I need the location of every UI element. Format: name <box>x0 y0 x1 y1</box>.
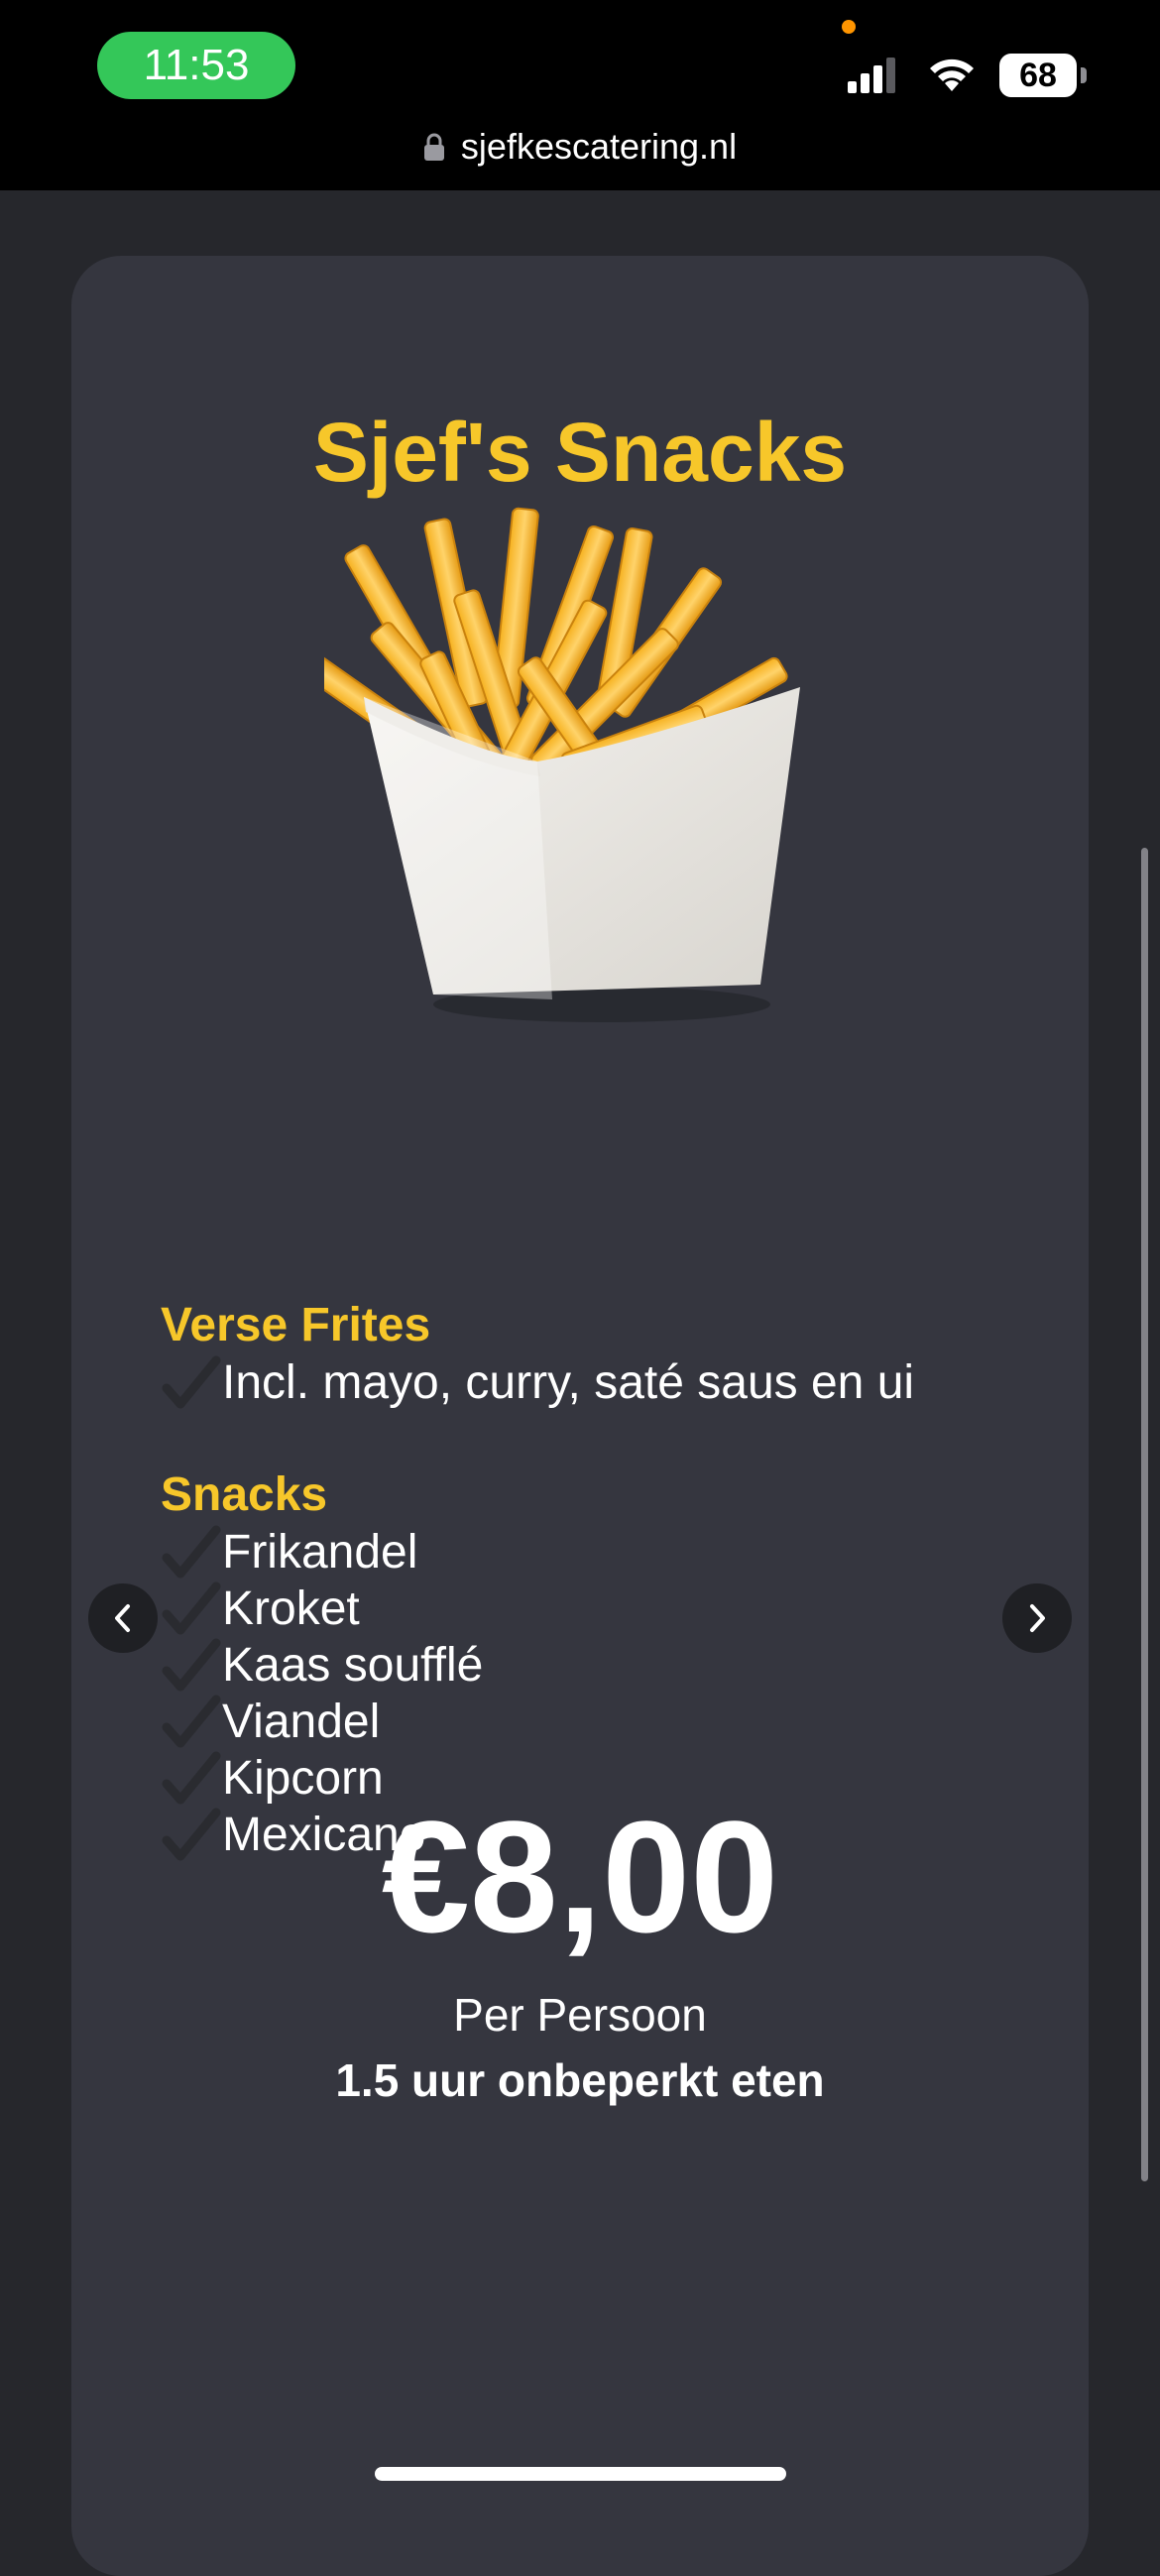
status-time: 11:53 <box>97 32 295 99</box>
carousel-next-button[interactable] <box>1002 1583 1072 1653</box>
menu-card: Sjef's Snacks Verse Frites Incl. mayo, c… <box>71 256 1089 2576</box>
price-caption: Per Persoon <box>453 1989 707 2041</box>
chevron-left-icon <box>115 1604 130 1632</box>
section-title: Snacks <box>161 1468 328 1521</box>
card-title: Sjef's Snacks <box>312 406 848 499</box>
lock-icon <box>423 133 444 161</box>
check-icon <box>162 1355 221 1409</box>
item-text: Kroket <box>222 1582 360 1635</box>
check-icon <box>162 1695 221 1748</box>
chevron-right-icon <box>1030 1604 1045 1632</box>
battery-nub <box>1081 67 1087 83</box>
carousel-prev-button[interactable] <box>88 1583 158 1653</box>
price-note: 1.5 uur onbeperkt eten <box>335 2054 825 2106</box>
list-item: Incl. mayo, curry, saté saus en ui <box>161 1354 914 1411</box>
list-item: Frikandel <box>161 1524 483 1581</box>
check-icon <box>162 1638 221 1692</box>
status-bar: 11:53 68 sjefkescatering.nl <box>0 0 1160 190</box>
wifi-icon <box>930 59 974 91</box>
address-bar[interactable]: sjefkescatering.nl <box>0 119 1160 175</box>
item-text: Incl. mayo, curry, saté saus en ui <box>222 1356 915 1409</box>
page-content: Sjef's Snacks Verse Frites Incl. mayo, c… <box>0 190 1160 2576</box>
list-item: Viandel <box>161 1694 483 1750</box>
home-indicator[interactable] <box>375 2467 786 2481</box>
url-text: sjefkescatering.nl <box>460 126 738 167</box>
item-text: Frikandel <box>222 1526 418 1579</box>
item-text: Kaas soufflé <box>222 1639 484 1692</box>
fries-image <box>324 507 800 1022</box>
check-icon <box>162 1581 221 1635</box>
check-icon <box>162 1525 221 1579</box>
section-verse-frites: Verse Frites Incl. mayo, curry, saté sau… <box>161 1297 914 1411</box>
section-title: Verse Frites <box>161 1299 431 1351</box>
battery-icon: 68 <box>999 54 1077 97</box>
item-text: Viandel <box>222 1696 381 1748</box>
list-item: Kroket <box>161 1581 483 1637</box>
list-item: Kaas soufflé <box>161 1637 483 1694</box>
privacy-indicator-dot <box>842 20 856 34</box>
signal-icon <box>848 58 895 93</box>
price: €8,00 <box>381 1788 779 1965</box>
scrollbar[interactable] <box>1141 848 1148 2181</box>
